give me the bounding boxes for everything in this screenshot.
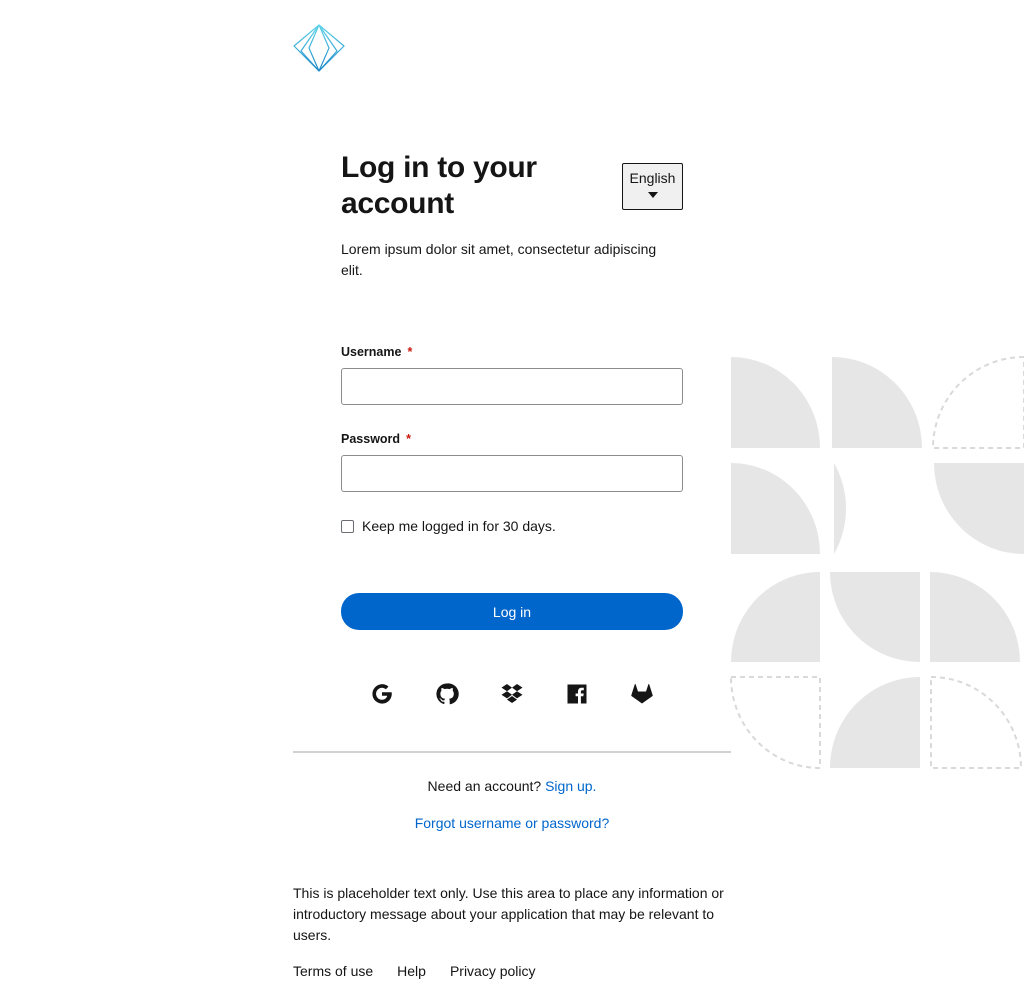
- dropbox-icon: [501, 684, 523, 703]
- password-label: Password *: [341, 432, 411, 446]
- github-icon: [436, 683, 459, 705]
- github-login-button[interactable]: [435, 682, 459, 706]
- brand-logo: [293, 24, 345, 72]
- login-button[interactable]: Log in: [341, 593, 683, 630]
- remember-me-checkbox[interactable]: [341, 519, 354, 533]
- signup-row: Need an account? Sign up.: [293, 778, 731, 794]
- footer-links: Terms of use Help Privacy policy: [293, 963, 560, 979]
- facebook-login-button[interactable]: [565, 682, 589, 706]
- username-input[interactable]: [341, 368, 683, 405]
- background-pattern: [729, 355, 1024, 770]
- dropbox-login-button[interactable]: [500, 682, 524, 706]
- divider: [293, 751, 731, 753]
- terms-link[interactable]: Terms of use: [293, 963, 373, 979]
- signup-prompt: Need an account?: [427, 778, 542, 794]
- required-marker: *: [407, 345, 413, 359]
- caret-down-icon: [647, 192, 658, 198]
- required-marker: *: [406, 432, 411, 446]
- password-label-text: Password: [341, 432, 401, 446]
- signup-link[interactable]: Sign up.: [545, 778, 596, 794]
- help-link[interactable]: Help: [397, 963, 426, 979]
- username-label-text: Username: [341, 345, 402, 359]
- username-label: Username *: [341, 345, 412, 359]
- gitlab-login-button[interactable]: [630, 682, 654, 706]
- facebook-icon: [567, 684, 587, 704]
- gitlab-icon: [631, 684, 653, 704]
- language-select-value: English: [629, 170, 676, 186]
- privacy-link[interactable]: Privacy policy: [450, 963, 536, 979]
- page-title: Log in to your account: [341, 151, 537, 220]
- google-icon: [372, 684, 392, 704]
- password-input[interactable]: [341, 455, 683, 492]
- forgot-row: Forgot username or password?: [293, 815, 731, 831]
- remember-me-row[interactable]: Keep me logged in for 30 days.: [341, 518, 556, 534]
- info-text: This is placeholder text only. Use this …: [293, 885, 724, 943]
- forgot-credentials-link[interactable]: Forgot username or password?: [415, 815, 610, 831]
- language-select[interactable]: English: [622, 163, 683, 210]
- remember-me-label: Keep me logged in for 30 days.: [362, 518, 556, 534]
- google-login-button[interactable]: [370, 682, 394, 706]
- page-subtitle: Lorem ipsum dolor sit amet, consectetur …: [341, 241, 657, 278]
